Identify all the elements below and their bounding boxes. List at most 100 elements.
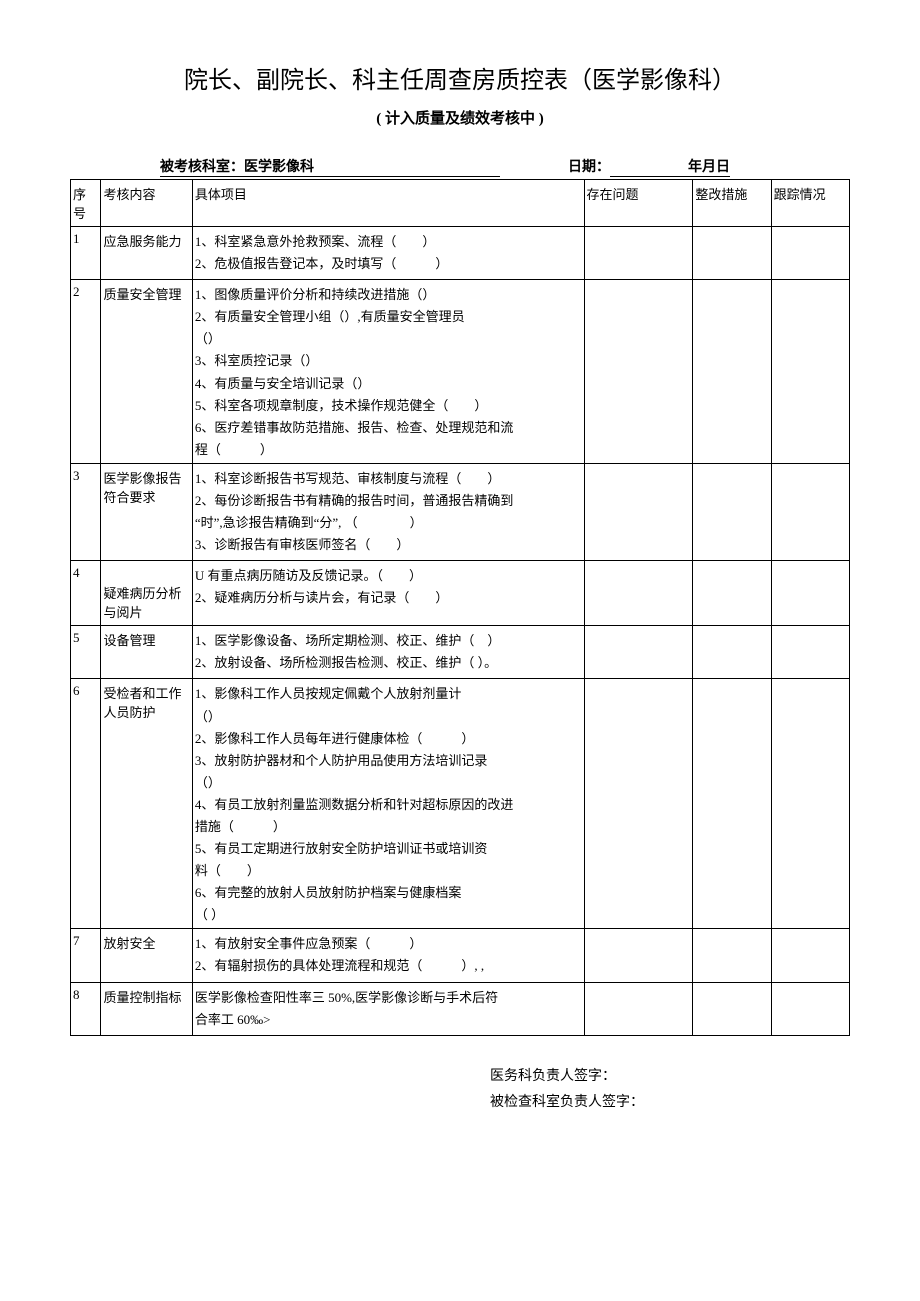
cell-fix [693, 982, 771, 1035]
item-line: 2、影像科工作人员每年进行健康体检（ ） [195, 728, 582, 750]
item-line: 4、有质量与安全培训记录（） [195, 373, 582, 395]
dept-label: 被考核科室：医学影像科 [160, 156, 500, 177]
date-suffix: 年月日 [610, 156, 730, 177]
item-line: 料（ ） [195, 860, 582, 882]
hdr-issue: 存在问题 [584, 180, 693, 227]
cell-fix [693, 929, 771, 982]
table-body: 1应急服务能力1、科室紧急意外抢救预案、流程（ ）2、危极值报告登记本，及时填写… [71, 227, 850, 1036]
cell-issue [584, 463, 693, 560]
cell-category: 医学影像报告符合要求 [101, 463, 192, 560]
cell-issue [584, 227, 693, 280]
table-row: 2质量安全管理1、图像质量评价分析和持续改进措施（）2、有质量安全管理小组（）,… [71, 280, 850, 464]
cell-no: 4 [71, 561, 101, 626]
cell-category: 质量控制指标 [101, 982, 192, 1035]
hdr-item: 具体项目 [192, 180, 584, 227]
item-line: （） [195, 328, 582, 350]
sig-line-1: 医务科负责人签字： [490, 1064, 850, 1091]
item-line: 合率工 60‰> [195, 1009, 582, 1031]
cell-category: 放射安全 [101, 929, 192, 982]
item-line: 医学影像检查阳性率三 50%,医学影像诊断与手术后符 [195, 987, 582, 1009]
item-line: 3、科室质控记录（） [195, 350, 582, 372]
item-line: 2、放射设备、场所检测报告检测、校正、维护（ ）。 [195, 652, 582, 674]
cell-fix [693, 561, 771, 626]
signature-block: 医务科负责人签字： 被检查科室负责人签字： [70, 1064, 850, 1117]
item-line: U 有重点病历随访及反馈记录。（ ） [195, 565, 582, 587]
page-subtitle: ( 计入质量及绩效考核中 ) [70, 107, 850, 128]
item-line: （ ） [195, 904, 582, 924]
sig-line-2: 被检查科室负责人签字： [490, 1090, 850, 1117]
cell-track [771, 982, 849, 1035]
info-line: 被考核科室：医学影像科 日期： 年月日 [70, 156, 850, 177]
item-line: 1、影像科工作人员按规定佩戴个人放射剂量计 [195, 683, 582, 705]
cell-track [771, 679, 849, 929]
cell-fix [693, 463, 771, 560]
item-line: 5、科室各项规章制度，技术操作规范健全（ ） [195, 395, 582, 417]
cell-no: 8 [71, 982, 101, 1035]
item-line: （） [195, 706, 582, 728]
date-label: 日期： [500, 156, 610, 177]
cell-issue [584, 626, 693, 679]
cell-items: 1、有放射安全事件应急预案（ ）2、有辐射损伤的具体处理流程和规范（ ）, , [192, 929, 584, 982]
cell-track [771, 561, 849, 626]
item-line: 程（ ） [195, 439, 582, 459]
item-line: （） [195, 772, 582, 794]
item-line: 2、每份诊断报告书有精确的报告时间，普通报告精确到 [195, 490, 582, 512]
cell-no: 3 [71, 463, 101, 560]
cell-track [771, 227, 849, 280]
cell-category: 疑难病历分析与阅片 [101, 561, 192, 626]
hdr-track: 跟踪情况 [771, 180, 849, 227]
cell-fix [693, 280, 771, 464]
cell-issue [584, 561, 693, 626]
cell-issue [584, 679, 693, 929]
cell-category: 受检者和工作人员防护 [101, 679, 192, 929]
table-row: 3医学影像报告符合要求1、科室诊断报告书写规范、审核制度与流程（ ）2、每份诊断… [71, 463, 850, 560]
cell-issue [584, 982, 693, 1035]
item-line: 1、医学影像设备、场所定期检测、校正、维护（ ） [195, 630, 582, 652]
item-line: 2、疑难病历分析与读片会，有记录（ ） [195, 587, 582, 609]
cell-items: 1、影像科工作人员按规定佩戴个人放射剂量计（）2、影像科工作人员每年进行健康体检… [192, 679, 584, 929]
cell-track [771, 626, 849, 679]
item-line: 2、危极值报告登记本，及时填写（ ） [195, 253, 582, 275]
item-line: 1、科室紧急意外抢救预案、流程（ ） [195, 231, 582, 253]
table-row: 6受检者和工作人员防护1、影像科工作人员按规定佩戴个人放射剂量计（）2、影像科工… [71, 679, 850, 929]
item-line: 1、图像质量评价分析和持续改进措施（） [195, 284, 582, 306]
table-header-row: 序号 考核内容 具体项目 存在问题 整改措施 跟踪情况 [71, 180, 850, 227]
table-row: 4疑难病历分析与阅片U 有重点病历随访及反馈记录。（ ）2、疑难病历分析与读片会… [71, 561, 850, 626]
cell-track [771, 929, 849, 982]
cell-items: 1、医学影像设备、场所定期检测、校正、维护（ ）2、放射设备、场所检测报告检测、… [192, 626, 584, 679]
cell-issue [584, 280, 693, 464]
cell-fix [693, 626, 771, 679]
item-line: 3、放射防护器材和个人防护用品使用方法培训记录 [195, 750, 582, 772]
cell-no: 7 [71, 929, 101, 982]
hdr-category: 考核内容 [101, 180, 192, 227]
cell-category: 应急服务能力 [101, 227, 192, 280]
item-line: 5、有员工定期进行放射安全防护培训证书或培训资 [195, 838, 582, 860]
item-line: “时”,急诊报告精确到“分”, （ ） [195, 512, 582, 534]
cell-no: 6 [71, 679, 101, 929]
item-line: 2、有辐射损伤的具体处理流程和规范（ ）, , [195, 955, 582, 977]
hdr-no: 序号 [71, 180, 101, 227]
cell-category: 设备管理 [101, 626, 192, 679]
item-line: 1、有放射安全事件应急预案（ ） [195, 933, 582, 955]
cell-track [771, 463, 849, 560]
item-line: 4、有员工放射剂量监测数据分析和针对超标原因的改进 [195, 794, 582, 816]
cell-track [771, 280, 849, 464]
item-line: 措施（ ） [195, 816, 582, 838]
cell-fix [693, 679, 771, 929]
item-line: 6、医疗差错事故防范措施、报告、检查、处理规范和流 [195, 417, 582, 439]
cell-no: 2 [71, 280, 101, 464]
cell-issue [584, 929, 693, 982]
table-row: 5设备管理1、医学影像设备、场所定期检测、校正、维护（ ）2、放射设备、场所检测… [71, 626, 850, 679]
item-line: 1、科室诊断报告书写规范、审核制度与流程（ ） [195, 468, 582, 490]
qc-table: 序号 考核内容 具体项目 存在问题 整改措施 跟踪情况 1应急服务能力1、科室紧… [70, 179, 850, 1036]
cell-items: U 有重点病历随访及反馈记录。（ ）2、疑难病历分析与读片会，有记录（ ） [192, 561, 584, 626]
page-title: 院长、副院长、科主任周查房质控表（医学影像科） [70, 60, 850, 95]
item-line: 2、有质量安全管理小组（）,有质量安全管理员 [195, 306, 582, 328]
cell-no: 1 [71, 227, 101, 280]
cell-items: 1、图像质量评价分析和持续改进措施（）2、有质量安全管理小组（）,有质量安全管理… [192, 280, 584, 464]
table-row: 1应急服务能力1、科室紧急意外抢救预案、流程（ ）2、危极值报告登记本，及时填写… [71, 227, 850, 280]
cell-category: 质量安全管理 [101, 280, 192, 464]
cell-items: 医学影像检查阳性率三 50%,医学影像诊断与手术后符合率工 60‰> [192, 982, 584, 1035]
cell-fix [693, 227, 771, 280]
cell-items: 1、科室紧急意外抢救预案、流程（ ）2、危极值报告登记本，及时填写（ ） [192, 227, 584, 280]
